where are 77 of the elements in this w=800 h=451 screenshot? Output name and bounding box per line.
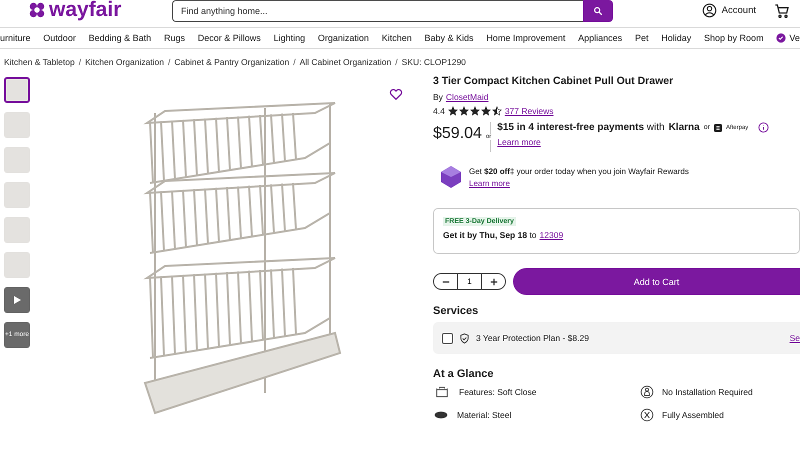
reviews-link[interactable]: 377 Reviews [504, 106, 554, 116]
star-icon [458, 106, 469, 116]
nav-link[interactable]: Shop by Room [704, 33, 764, 43]
breadcrumb-link[interactable]: Kitchen Organization [85, 57, 164, 67]
installment-text: $15 in 4 interest-free payments with [497, 122, 665, 133]
feature-text: Material: Steel [457, 410, 512, 420]
star-icon [470, 106, 480, 116]
nav-link[interactable]: Rugs [164, 33, 185, 43]
shield-check-icon [459, 332, 470, 344]
nav-link[interactable]: Holiday [661, 33, 692, 43]
star-icon [448, 106, 458, 116]
feature-text: Fully Assembled [662, 410, 724, 420]
photo-thumbnail[interactable] [4, 182, 30, 208]
nav-link[interactable]: Lighting [274, 33, 306, 43]
photo-thumbnail[interactable] [4, 217, 30, 243]
nav-link[interactable]: Kitchen [382, 33, 412, 43]
quantity-field[interactable]: 1 [457, 274, 482, 289]
feature-text: No Installation Required [662, 387, 753, 397]
nav-link[interactable]: Home Improvement [486, 33, 566, 43]
nav-link[interactable]: Outdoor [43, 33, 76, 43]
star-icon [492, 106, 502, 116]
nav-link[interactable]: Baby & Kids [424, 33, 474, 43]
nav-link[interactable]: urniture [0, 33, 31, 43]
nav-link[interactable]: Bedding & Bath [88, 33, 152, 43]
breadcrumb-link[interactable]: All Cabinet Organization [300, 57, 392, 67]
nav-link[interactable]: Ve [776, 33, 800, 43]
heart-icon[interactable] [389, 87, 403, 101]
breadcrumb-separator: / [395, 57, 398, 67]
learn-more-link[interactable]: Learn more [497, 137, 770, 147]
breadcrumb-separator: / [168, 57, 170, 67]
person-icon [640, 385, 654, 399]
service-label: 3 Year Protection Plan - $8.29 [476, 333, 589, 343]
by-label: By [433, 92, 443, 102]
section-heading: At a Glance [433, 368, 495, 380]
photo-thumbnail[interactable] [4, 252, 30, 278]
breadcrumb-separator: / [293, 57, 296, 67]
delivery-text: Get it by Thu, Sep 18 to [443, 230, 537, 240]
photo-thumbnail[interactable] [4, 112, 30, 138]
service-link[interactable]: Se [790, 333, 800, 343]
cart-icon[interactable] [774, 2, 790, 18]
photo-thumbnail[interactable] [4, 147, 30, 173]
user-icon [702, 3, 717, 18]
photo-thumbnail[interactable] [4, 77, 30, 103]
star-icon [480, 106, 491, 116]
klarna-logo: Klarna [668, 122, 700, 133]
search-button[interactable] [583, 0, 613, 22]
badge-check-icon [776, 33, 786, 43]
price: $59.04 [433, 124, 482, 143]
rewards-text: Get $20 off‡ your order today when you join Wayfair Rewards [469, 166, 689, 176]
quantity-stepper[interactable]: 1 [433, 273, 506, 290]
breadcrumb-link[interactable]: Kitchen & Tabletop [4, 57, 75, 67]
info-icon[interactable] [758, 122, 770, 133]
section-heading: Services [433, 305, 480, 317]
wayfair-logo[interactable]: wayfair [28, 0, 172, 22]
rewards-gem-icon [441, 166, 461, 188]
breadcrumb-separator: / [78, 57, 82, 67]
sku-text: SKU: CLOP1290 [402, 57, 466, 67]
checkbox[interactable] [442, 332, 453, 344]
video-thumbnail[interactable] [4, 287, 30, 313]
nav-link[interactable]: Organization [318, 33, 369, 43]
account-button[interactable]: Account [696, 2, 762, 19]
breadcrumb-link[interactable]: Cabinet & Pantry Organization [174, 57, 290, 67]
nav-link[interactable]: Appliances [578, 33, 622, 43]
zip-code-link[interactable]: 12309 [540, 230, 564, 240]
search-icon [593, 6, 603, 16]
search-field[interactable]: Find anything home... [172, 0, 583, 22]
learn-more-link[interactable]: Learn more [469, 178, 689, 188]
play-icon [12, 295, 22, 305]
brand-link[interactable]: ClosetMaid [446, 92, 488, 102]
feature-text: Features: Soft Close [459, 387, 536, 397]
add-to-cart-button[interactable]: Add to Cart [513, 268, 800, 295]
afterpay-icon [714, 124, 722, 132]
product-title: 3 Tier Compact Kitchen Cabinet Pull Out Drawer [433, 75, 674, 87]
rating-value: 4.4 [433, 106, 445, 116]
nav-link[interactable]: Decor & Pillows [198, 33, 261, 43]
plus-icon [490, 278, 498, 286]
nav-link[interactable]: Pet [634, 33, 648, 43]
